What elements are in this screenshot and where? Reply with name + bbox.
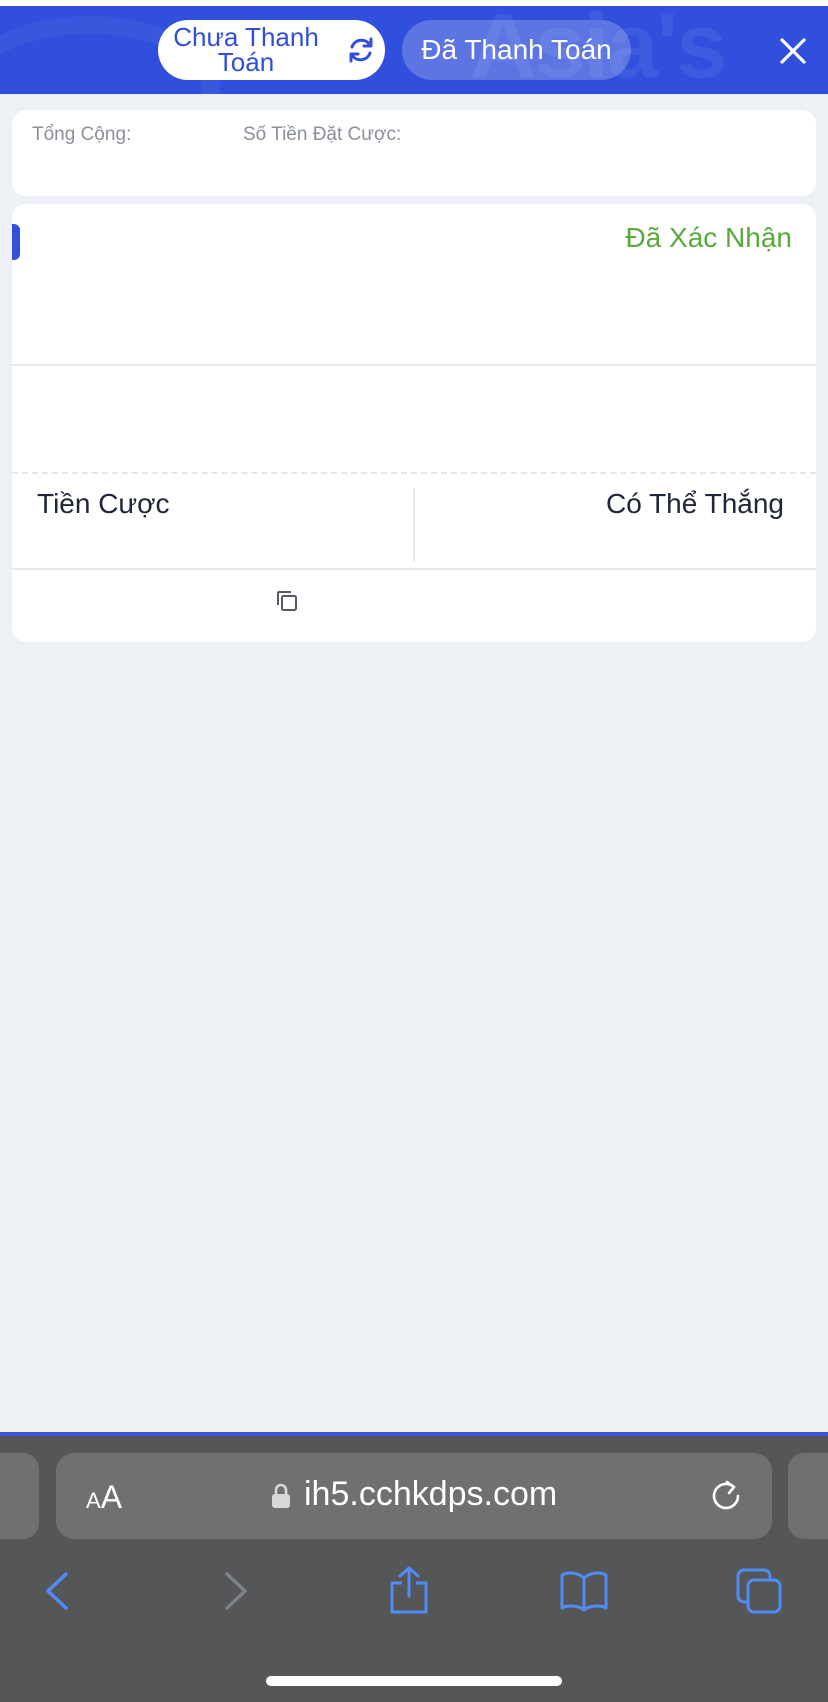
close-icon[interactable] (778, 36, 808, 66)
summary-card: Tổng Cộng: Số Tiền Đặt Cược: (12, 110, 816, 196)
header: Asia's No.1 Chưa Thanh Toán Đã Thanh Toá… (0, 6, 828, 94)
tab-paid[interactable]: Đã Thanh Toán (402, 20, 631, 80)
home-indicator (266, 1676, 562, 1686)
stake-label: Tiền Cược (37, 488, 170, 519)
text-size-big-glyph: A (100, 1479, 123, 1515)
back-icon[interactable] (34, 1566, 84, 1616)
previous-tab-preview[interactable] (0, 1453, 39, 1539)
share-icon[interactable] (384, 1566, 434, 1616)
stake-amount-label: Số Tiền Đặt Cược: (243, 124, 402, 145)
address-bar[interactable]: AA ih5.cchkdps.com (56, 1453, 772, 1539)
browser-toolbar: AA ih5.cchkdps.com (0, 1436, 828, 1702)
tab-unpaid-label: Chưa Thanh Toán (173, 22, 319, 77)
tab-unpaid[interactable]: Chưa Thanh Toán (158, 20, 385, 80)
bet-card: Đã Xác Nhận Tiền Cược Có Thể Thắng (12, 204, 816, 642)
copy-icon[interactable] (274, 588, 300, 614)
vertical-divider (413, 488, 415, 562)
text-size-button[interactable]: AA (86, 1479, 122, 1516)
refresh-icon[interactable] (346, 35, 376, 65)
next-tab-preview[interactable] (788, 1453, 828, 1539)
bet-card-accent (12, 224, 20, 260)
divider (12, 364, 816, 366)
tabs-icon[interactable] (734, 1566, 784, 1616)
tab-paid-label: Đã Thanh Toán (421, 34, 612, 65)
text-size-small-glyph: A (86, 1488, 101, 1513)
divider (12, 568, 816, 570)
total-label: Tổng Cộng: (32, 124, 132, 145)
lock-icon (272, 1483, 290, 1508)
reload-icon[interactable] (708, 1478, 744, 1514)
url-text: ih5.cchkdps.com (304, 1475, 558, 1513)
bookmarks-icon[interactable] (559, 1566, 609, 1616)
forward-icon[interactable] (211, 1566, 261, 1616)
dashed-divider (12, 472, 816, 474)
potential-win-label: Có Thể Thắng (606, 488, 784, 519)
bet-status: Đã Xác Nhận (625, 222, 792, 253)
